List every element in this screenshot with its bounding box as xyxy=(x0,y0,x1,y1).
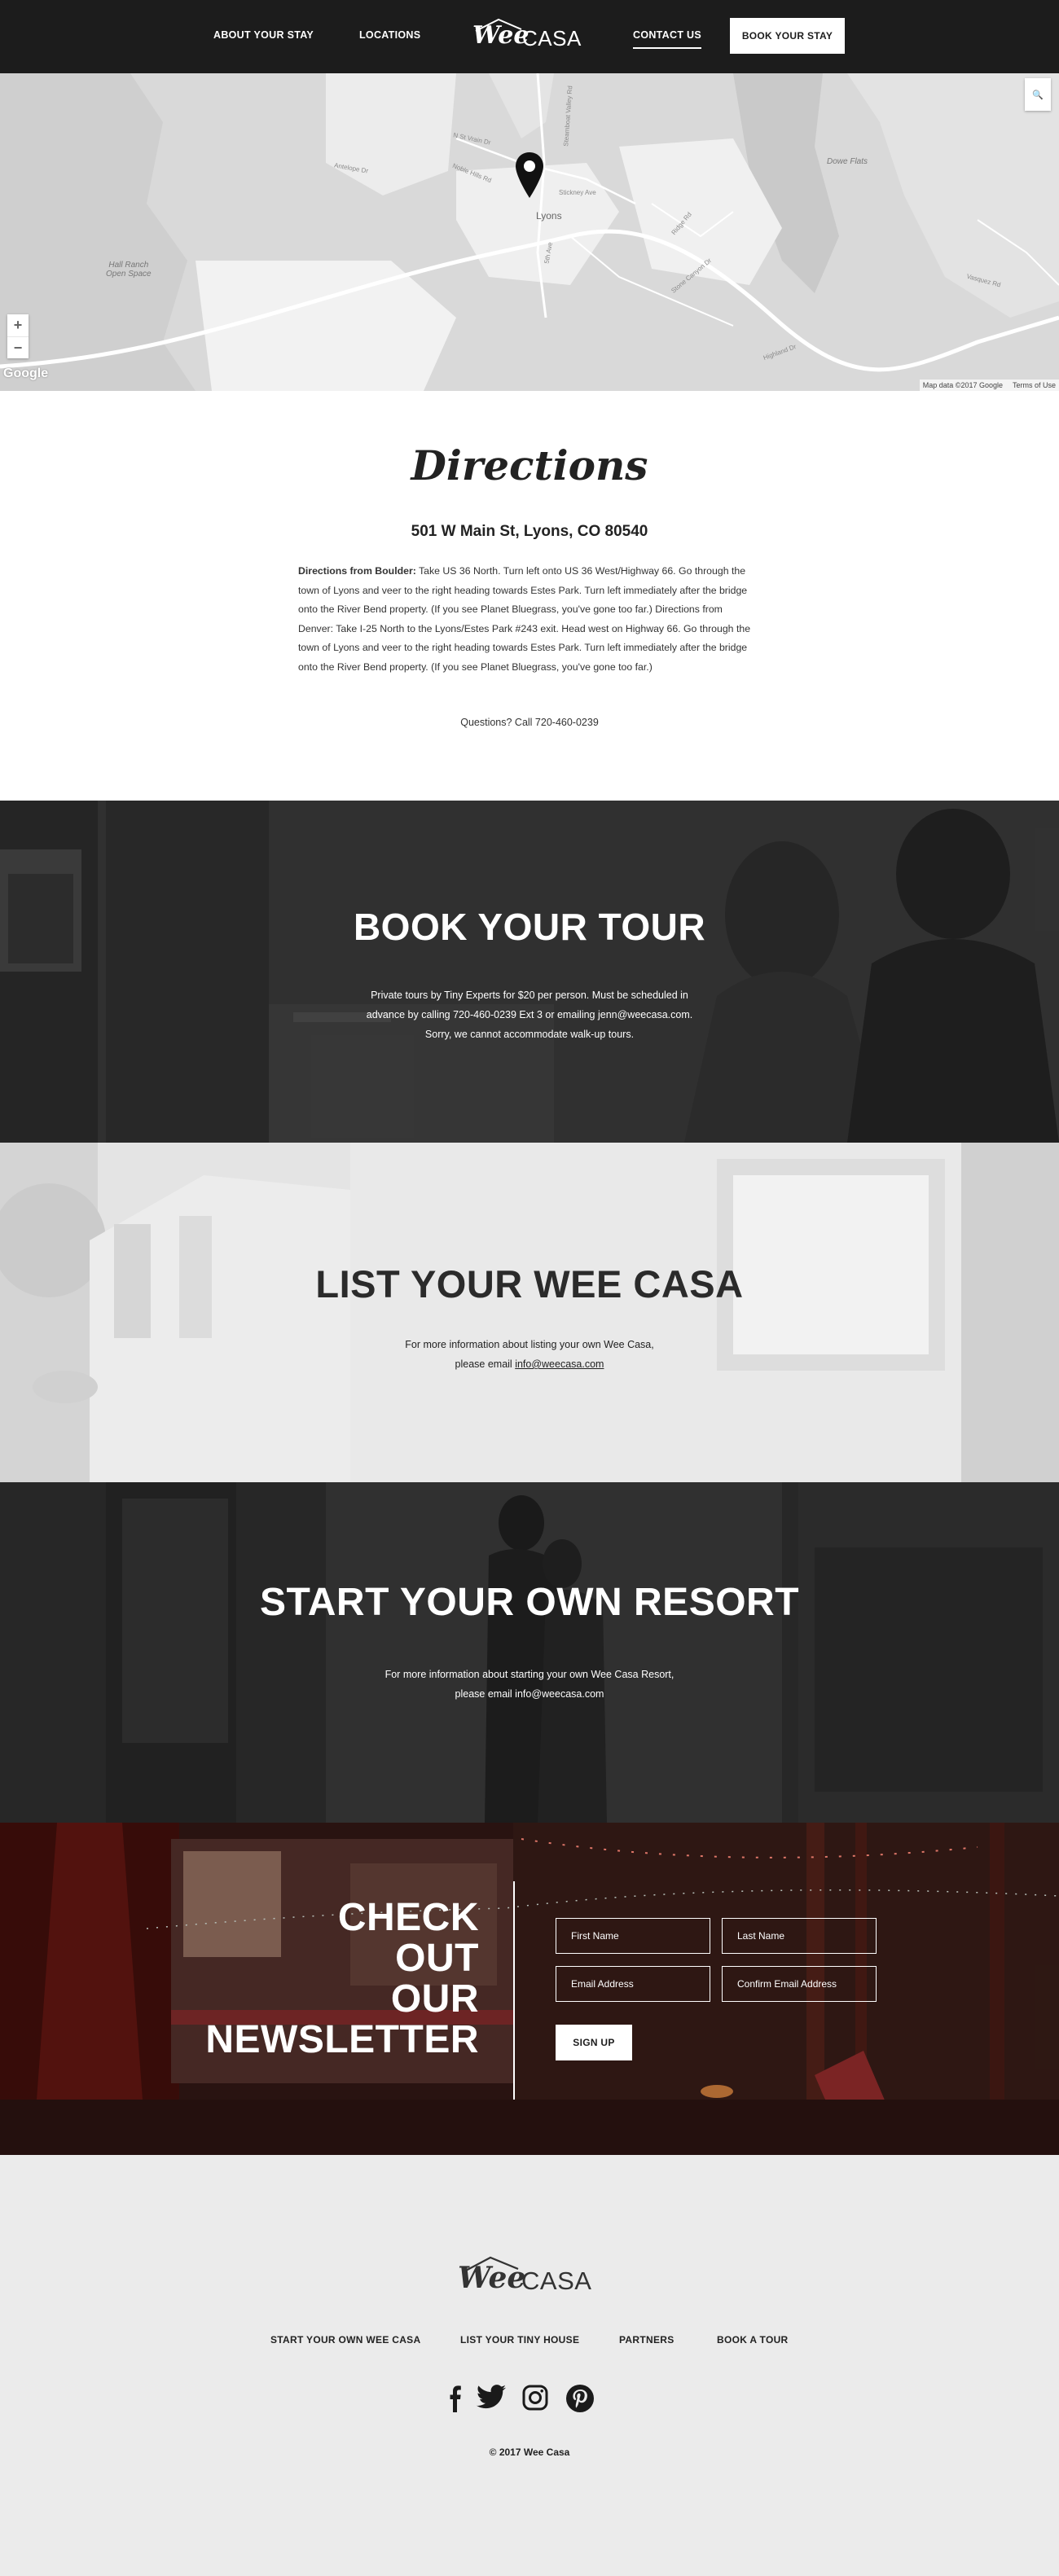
confirm-email-input[interactable]: Confirm Email Address xyxy=(722,1966,877,2002)
list-email-link[interactable]: info@weecasa.com xyxy=(515,1358,604,1370)
book-tour-section: BOOK YOUR TOUR Private tours by Tiny Exp… xyxy=(0,801,1059,1143)
instagram-icon[interactable] xyxy=(522,2385,548,2411)
start-resort-section: START YOUR OWN RESORT For more informati… xyxy=(0,1482,1059,1823)
newsletter-title-line-4: NEWSLETTER xyxy=(205,2018,479,2061)
site-logo[interactable]: Wee CASA xyxy=(471,16,589,52)
footer-logo-casa: CASA xyxy=(521,2267,592,2295)
tour-line-3: Sorry, we cannot accommodate walk-up tou… xyxy=(424,1029,635,1040)
footer-link-list-tiny-house[interactable]: LIST YOUR TINY HOUSE xyxy=(460,2334,579,2346)
tour-background-photo xyxy=(0,801,1059,1143)
footer-logo-wee: Wee xyxy=(458,2261,526,2295)
facebook-icon[interactable] xyxy=(450,2385,461,2412)
resort-title: START YOUR OWN RESORT xyxy=(259,1581,800,1624)
zoom-in-button[interactable]: + xyxy=(7,314,29,336)
newsletter-title-line-1: CHECK xyxy=(337,1896,479,1939)
google-logo: Google xyxy=(3,366,49,380)
directions-address: 501 W Main St, Lyons, CO 80540 xyxy=(411,523,648,540)
newsletter-title-line-2: OUT xyxy=(395,1937,479,1980)
first-name-input[interactable]: First Name xyxy=(556,1918,710,1954)
book-your-stay-button[interactable]: BOOK YOUR STAY xyxy=(730,18,845,54)
footer-link-book-tour[interactable]: BOOK A TOUR xyxy=(717,2334,789,2346)
list-line-1: For more information about listing your … xyxy=(405,1339,654,1350)
list-background-photo xyxy=(0,1143,1059,1482)
tour-title: BOOK YOUR TOUR xyxy=(353,906,706,948)
directions-text: Directions from Boulder: Take US 36 Nort… xyxy=(298,562,758,677)
search-icon: 🔍 xyxy=(1032,90,1044,100)
email-input[interactable]: Email Address xyxy=(556,1966,710,2002)
directions-section: Directions 501 W Main St, Lyons, CO 8054… xyxy=(0,391,1059,801)
zoom-out-button[interactable]: − xyxy=(7,336,29,358)
list-line-2: please email info@weecasa.com xyxy=(0,1354,1059,1374)
logo-wee: Wee xyxy=(472,21,530,50)
zoom-control: + − xyxy=(7,314,29,358)
tour-line-1: Private tours by Tiny Experts for $20 pe… xyxy=(371,990,688,1001)
nav-contact-us[interactable]: CONTACT US xyxy=(633,29,702,49)
copyright: © 2017 Wee Casa xyxy=(489,2447,570,2458)
map-street-stickney: Stickney Ave xyxy=(559,189,596,196)
newsletter-background-photo xyxy=(0,1823,1059,2155)
site-footer: Wee CASA START YOUR OWN WEE CASA LIST YO… xyxy=(0,2155,1059,2576)
questions-phone: Questions? Call 720-460-0239 xyxy=(460,717,599,728)
list-title: LIST YOUR WEE CASA xyxy=(315,1262,744,1306)
newsletter-title: CHECK OUT OUR NEWSLETTER xyxy=(163,1898,479,2060)
nav-locations[interactable]: LOCATIONS xyxy=(359,29,420,41)
newsletter-title-line-3: OUR xyxy=(390,1977,479,2021)
footer-link-partners[interactable]: PARTNERS xyxy=(619,2334,675,2346)
directions-title: Directions xyxy=(411,441,648,489)
resort-background-photo xyxy=(0,1482,1059,1823)
resort-line-2: please email info@weecasa.com xyxy=(455,1688,604,1700)
site-header: ABOUT YOUR STAY LOCATIONS Wee CASA CONTA… xyxy=(0,0,1059,73)
location-map[interactable]: Hall Ranch Open Space Lyons Dowe Flats N… xyxy=(0,73,1059,391)
list-wee-casa-section: LIST YOUR WEE CASA For more information … xyxy=(0,1143,1059,1482)
map-footer: Map data ©2017 Google Terms of Use xyxy=(919,380,1059,391)
pinterest-icon[interactable] xyxy=(566,2385,594,2412)
boulder-label: Directions from Boulder: xyxy=(298,565,416,577)
map-terrain xyxy=(0,73,1059,391)
map-terms-link[interactable]: Terms of Use xyxy=(1013,381,1056,389)
map-fullscreen-button[interactable]: 🔍 xyxy=(1025,78,1051,111)
map-data-credit: Map data ©2017 Google xyxy=(922,381,1003,389)
sign-up-button[interactable]: SIGN UP xyxy=(556,2025,632,2060)
map-pin-icon[interactable] xyxy=(516,152,543,198)
tour-line-2: advance by calling 720-460-0239 Ext 3 or… xyxy=(366,1009,693,1020)
map-label-lyons: Lyons xyxy=(536,210,562,222)
newsletter-section: CHECK OUT OUR NEWSLETTER First Name Last… xyxy=(0,1823,1059,2155)
list-email-prefix: please email xyxy=(455,1358,516,1370)
twitter-icon[interactable] xyxy=(477,2385,506,2409)
newsletter-divider xyxy=(513,1881,515,2100)
last-name-input[interactable]: Last Name xyxy=(722,1918,877,1954)
map-label-hall-ranch: Hall Ranch Open Space xyxy=(106,261,152,279)
map-label-dowe-flats: Dowe Flats xyxy=(827,157,868,166)
footer-logo[interactable]: Wee CASA xyxy=(456,2253,603,2297)
footer-link-start-wee-casa[interactable]: START YOUR OWN WEE CASA xyxy=(270,2334,420,2346)
nav-about-your-stay[interactable]: ABOUT YOUR STAY xyxy=(213,29,314,41)
logo-casa: CASA xyxy=(522,26,582,50)
resort-line-1: For more information about starting your… xyxy=(384,1669,675,1680)
